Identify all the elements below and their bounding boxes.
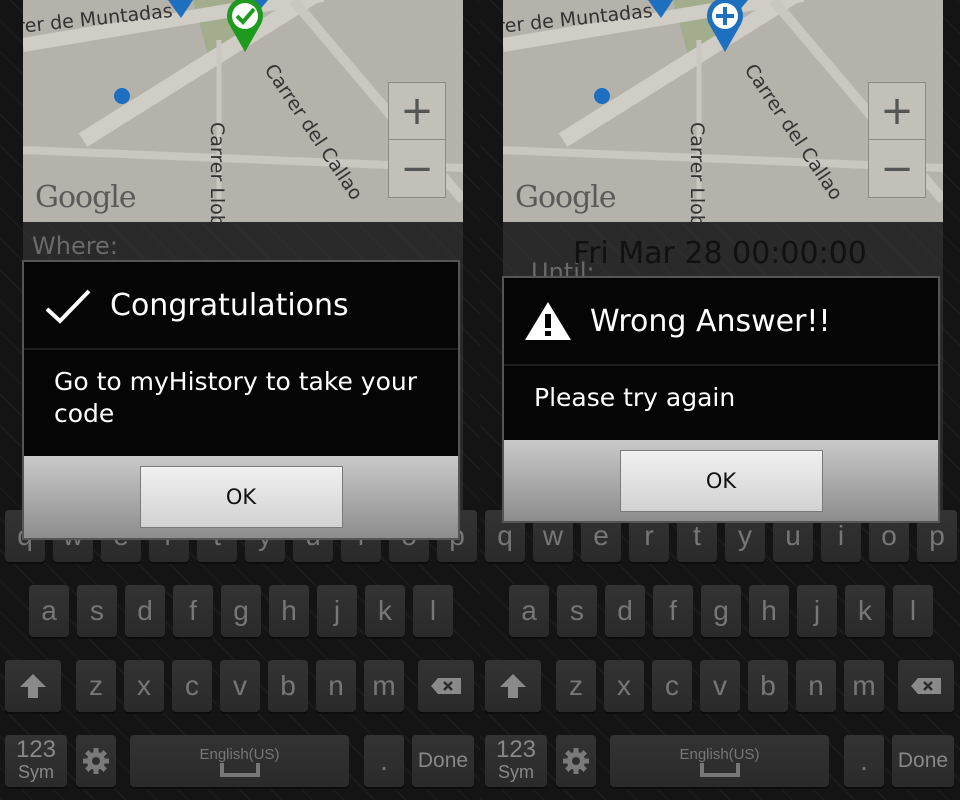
language-label: English(US) bbox=[199, 745, 280, 763]
sym-key[interactable]: 123 Sym bbox=[485, 735, 547, 787]
sym-bottom-label: Sym bbox=[18, 762, 54, 782]
done-key[interactable]: Done bbox=[412, 735, 474, 787]
key-x[interactable]: x bbox=[604, 660, 644, 712]
map-view[interactable]: rer de Muntadas Carrer del Callao Carrer… bbox=[23, 0, 463, 222]
key-n[interactable]: n bbox=[316, 660, 356, 712]
warning-icon bbox=[524, 297, 572, 345]
backspace-icon bbox=[431, 678, 461, 694]
key-s[interactable]: s bbox=[77, 585, 117, 637]
backspace-key[interactable] bbox=[898, 660, 954, 712]
shift-icon bbox=[500, 674, 526, 698]
ok-button[interactable]: OK bbox=[619, 449, 823, 512]
key-z[interactable]: z bbox=[76, 660, 116, 712]
street-label: Carrer Llobe bbox=[686, 122, 708, 222]
map-pin-icon[interactable] bbox=[703, 0, 747, 54]
settings-key[interactable] bbox=[76, 735, 116, 787]
dialog-button-bar: OK bbox=[504, 440, 938, 521]
sym-key[interactable]: 123 Sym bbox=[5, 735, 67, 787]
google-logo: Google bbox=[515, 180, 617, 215]
map-pin-icon[interactable] bbox=[223, 0, 267, 54]
key-l[interactable]: l bbox=[413, 585, 453, 637]
gear-icon bbox=[83, 748, 109, 774]
checkmark-icon bbox=[44, 281, 92, 329]
key-j[interactable]: j bbox=[317, 585, 357, 637]
period-key[interactable]: . bbox=[364, 735, 404, 787]
key-j[interactable]: j bbox=[797, 585, 837, 637]
alert-dialog: Wrong Answer!! Please try again OK bbox=[502, 276, 940, 523]
dialog-button-bar: OK bbox=[24, 456, 458, 538]
dialog-message: Go to myHistory to take your code bbox=[54, 367, 417, 428]
phone-screen: rer de Muntadas Carrer del Callao Carrer… bbox=[480, 0, 960, 800]
ok-button[interactable]: OK bbox=[139, 466, 343, 528]
dialog-title: Wrong Answer!! bbox=[590, 303, 831, 339]
key-b[interactable]: b bbox=[748, 660, 788, 712]
zoom-out-button[interactable]: − bbox=[389, 140, 445, 197]
my-location-icon bbox=[594, 88, 610, 104]
where-label: Where: bbox=[32, 232, 118, 260]
sym-bottom-label: Sym bbox=[498, 762, 534, 782]
gear-icon bbox=[563, 748, 589, 774]
key-v[interactable]: v bbox=[220, 660, 260, 712]
key-g[interactable]: g bbox=[221, 585, 261, 637]
zoom-out-button[interactable]: − bbox=[869, 140, 925, 197]
key-d[interactable]: d bbox=[605, 585, 645, 637]
sym-top-label: 123 bbox=[15, 736, 57, 763]
key-b[interactable]: b bbox=[268, 660, 308, 712]
shift-key[interactable] bbox=[5, 660, 61, 712]
key-s[interactable]: s bbox=[557, 585, 597, 637]
phone-screen: rer de Muntadas Carrer del Callao Carrer… bbox=[0, 0, 480, 800]
dialog-message: Please try again bbox=[534, 383, 736, 412]
space-icon bbox=[699, 762, 740, 777]
period-key[interactable]: . bbox=[844, 735, 884, 787]
map-view[interactable]: rer de Muntadas Carrer del Callao Carrer… bbox=[503, 0, 943, 222]
space-key[interactable]: English(US) bbox=[610, 735, 829, 787]
key-k[interactable]: k bbox=[365, 585, 405, 637]
key-c[interactable]: c bbox=[172, 660, 212, 712]
backspace-key[interactable] bbox=[418, 660, 474, 712]
shift-icon bbox=[20, 674, 46, 698]
space-key[interactable]: English(US) bbox=[130, 735, 349, 787]
key-f[interactable]: f bbox=[653, 585, 693, 637]
key-g[interactable]: g bbox=[701, 585, 741, 637]
language-label: English(US) bbox=[679, 745, 760, 763]
key-m[interactable]: m bbox=[844, 660, 884, 712]
key-a[interactable]: a bbox=[29, 585, 69, 637]
key-n[interactable]: n bbox=[796, 660, 836, 712]
key-v[interactable]: v bbox=[700, 660, 740, 712]
key-c[interactable]: c bbox=[652, 660, 692, 712]
settings-key[interactable] bbox=[556, 735, 596, 787]
key-x[interactable]: x bbox=[124, 660, 164, 712]
backspace-icon bbox=[911, 678, 941, 694]
zoom-controls: + − bbox=[868, 82, 926, 198]
zoom-controls: + − bbox=[388, 82, 446, 198]
key-l[interactable]: l bbox=[893, 585, 933, 637]
key-k[interactable]: k bbox=[845, 585, 885, 637]
shift-key[interactable] bbox=[485, 660, 541, 712]
sym-top-label: 123 bbox=[495, 736, 537, 763]
key-h[interactable]: h bbox=[749, 585, 789, 637]
street-label: Carrer Llobe bbox=[206, 122, 228, 222]
key-z[interactable]: z bbox=[556, 660, 596, 712]
key-m[interactable]: m bbox=[364, 660, 404, 712]
zoom-in-button[interactable]: + bbox=[389, 83, 445, 140]
key-d[interactable]: d bbox=[125, 585, 165, 637]
dialog-title: Congratulations bbox=[110, 287, 349, 323]
google-logo: Google bbox=[35, 180, 137, 215]
key-a[interactable]: a bbox=[509, 585, 549, 637]
alert-dialog: Congratulations Go to myHistory to take … bbox=[22, 260, 460, 540]
key-h[interactable]: h bbox=[269, 585, 309, 637]
done-key[interactable]: Done bbox=[892, 735, 954, 787]
my-location-icon bbox=[114, 88, 130, 104]
zoom-in-button[interactable]: + bbox=[869, 83, 925, 140]
space-icon bbox=[219, 762, 260, 777]
key-f[interactable]: f bbox=[173, 585, 213, 637]
